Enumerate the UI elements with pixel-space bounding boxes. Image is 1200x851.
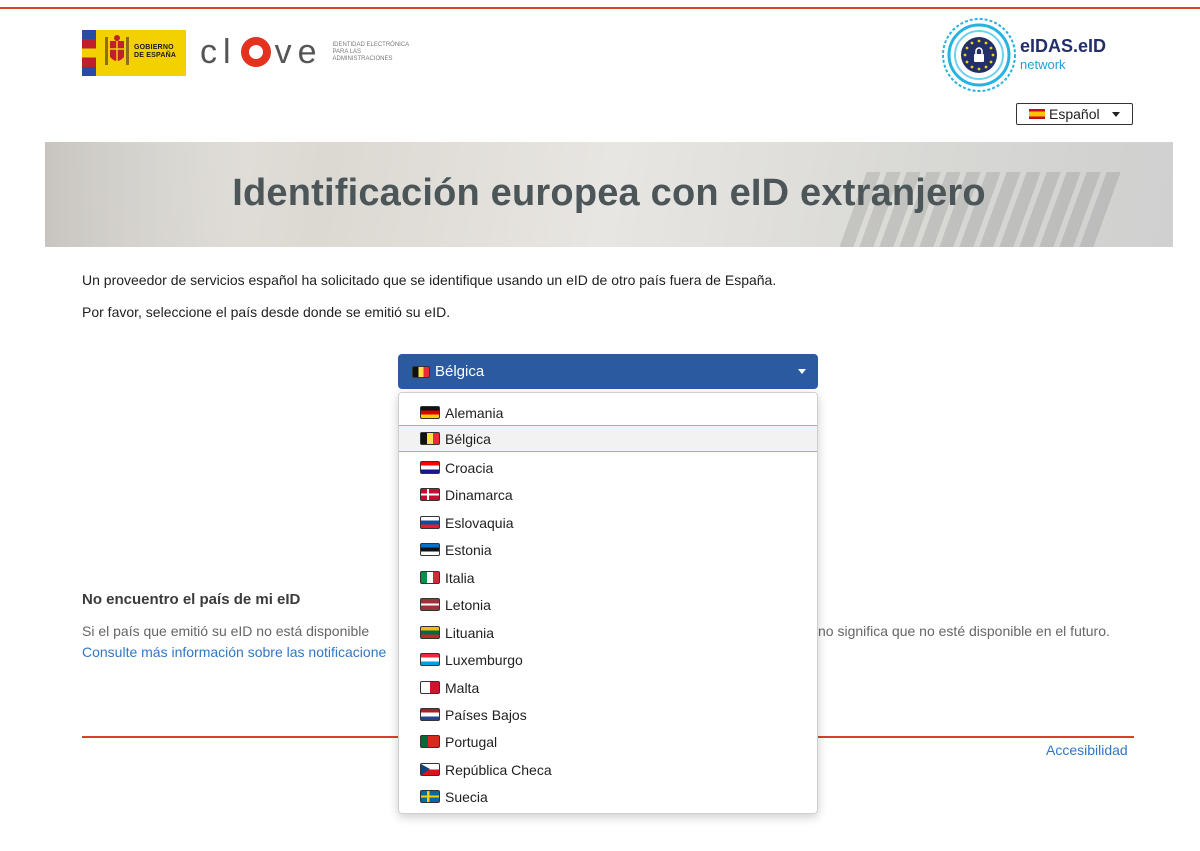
country-option-malta[interactable]: Malta: [399, 674, 817, 701]
chevron-down-icon: [1111, 111, 1120, 117]
belgium-flag-icon: [420, 432, 440, 445]
country-option-lituania[interactable]: Lituania: [399, 619, 817, 646]
eidas-network-logo: eIDAS.eID network: [940, 16, 1140, 94]
country-option-croacia[interactable]: Croacia: [399, 454, 817, 481]
country-option-paises-bajos[interactable]: Países Bajos: [399, 701, 817, 728]
top-accent-line: [0, 7, 1200, 9]
eu-spain-flag-strip: [82, 30, 96, 76]
hero-banner: Identificación europea con eID extranjer…: [45, 142, 1173, 247]
belgium-flag-icon: [412, 365, 430, 378]
at-sign-icon: [240, 37, 271, 67]
country-option-dinamarca[interactable]: Dinamarca: [399, 481, 817, 508]
country-option-portugal[interactable]: Portugal: [399, 728, 817, 755]
chevron-down-icon: [798, 369, 806, 374]
clave-tagline: IDENTIDAD ELECTRÓNICA PARA LAS ADMINISTR…: [332, 41, 409, 62]
eidas-globe-icon: [942, 18, 1016, 92]
country-option-alemania[interactable]: Alemania: [399, 399, 817, 426]
intro-text-1: Un proveedor de servicios español ha sol…: [82, 272, 777, 288]
italy-flag-icon: [420, 571, 440, 584]
lithuania-flag-icon: [420, 626, 440, 639]
netherlands-flag-icon: [420, 708, 440, 721]
sweden-flag-icon: [420, 790, 440, 803]
malta-flag-icon: [420, 681, 440, 694]
intro-text-2: Por favor, seleccione el país desde dond…: [82, 304, 451, 320]
country-option-republica-checa[interactable]: República Checa: [399, 756, 817, 783]
country-option-belgica[interactable]: Bélgica: [399, 425, 817, 452]
country-dropdown-list: Alemania Bélgica Croacia Dinamarca Eslov…: [398, 392, 818, 814]
germany-flag-icon: [420, 406, 440, 419]
no-country-heading: No encuentro el país de mi eID: [82, 591, 301, 608]
eidas-subtitle: network: [1020, 57, 1066, 72]
country-option-letonia[interactable]: Letonia: [399, 591, 817, 618]
clave-logo: cl ve IDENTIDAD ELECTRÓNICA PARA LAS ADM…: [200, 28, 412, 76]
spain-flag-icon: [1029, 109, 1045, 119]
denmark-flag-icon: [420, 488, 440, 501]
slovakia-flag-icon: [420, 516, 440, 529]
country-option-suecia[interactable]: Suecia: [399, 783, 817, 810]
country-select[interactable]: Bélgica: [398, 354, 818, 389]
country-select-value: Bélgica: [435, 363, 485, 380]
country-option-luxemburgo[interactable]: Luxemburgo: [399, 646, 817, 673]
country-option-estonia[interactable]: Estonia: [399, 536, 817, 563]
info-text-right: no significa que no esté disponible en e…: [818, 623, 1110, 639]
language-select[interactable]: Español: [1016, 103, 1133, 125]
croatia-flag-icon: [420, 461, 440, 474]
clave-wordmark: cl ve: [200, 32, 323, 71]
eidas-title: eIDAS.eID: [1020, 36, 1107, 56]
notifications-info-link[interactable]: Consulte más información sobre las notif…: [82, 644, 386, 660]
country-option-eslovaquia[interactable]: Eslovaquia: [399, 509, 817, 536]
gov-logo-text: GOBIERNO DE ESPAÑA: [134, 44, 177, 59]
estonia-flag-icon: [420, 543, 440, 556]
language-select-value: Español: [1049, 106, 1100, 122]
latvia-flag-icon: [420, 598, 440, 611]
page-title: Identificación europea con eID extranjer…: [232, 172, 986, 214]
portugal-flag-icon: [420, 735, 440, 748]
accessibility-link[interactable]: Accesibilidad: [1046, 742, 1128, 758]
info-text-left: Si el país que emitió su eID no está dis…: [82, 623, 370, 639]
czech-flag-icon: [420, 763, 440, 776]
country-option-italia[interactable]: Italia: [399, 564, 817, 591]
coat-of-arms-icon: [102, 33, 132, 73]
gobierno-de-espana-logo: GOBIERNO DE ESPAÑA: [82, 30, 186, 76]
luxembourg-flag-icon: [420, 653, 440, 666]
